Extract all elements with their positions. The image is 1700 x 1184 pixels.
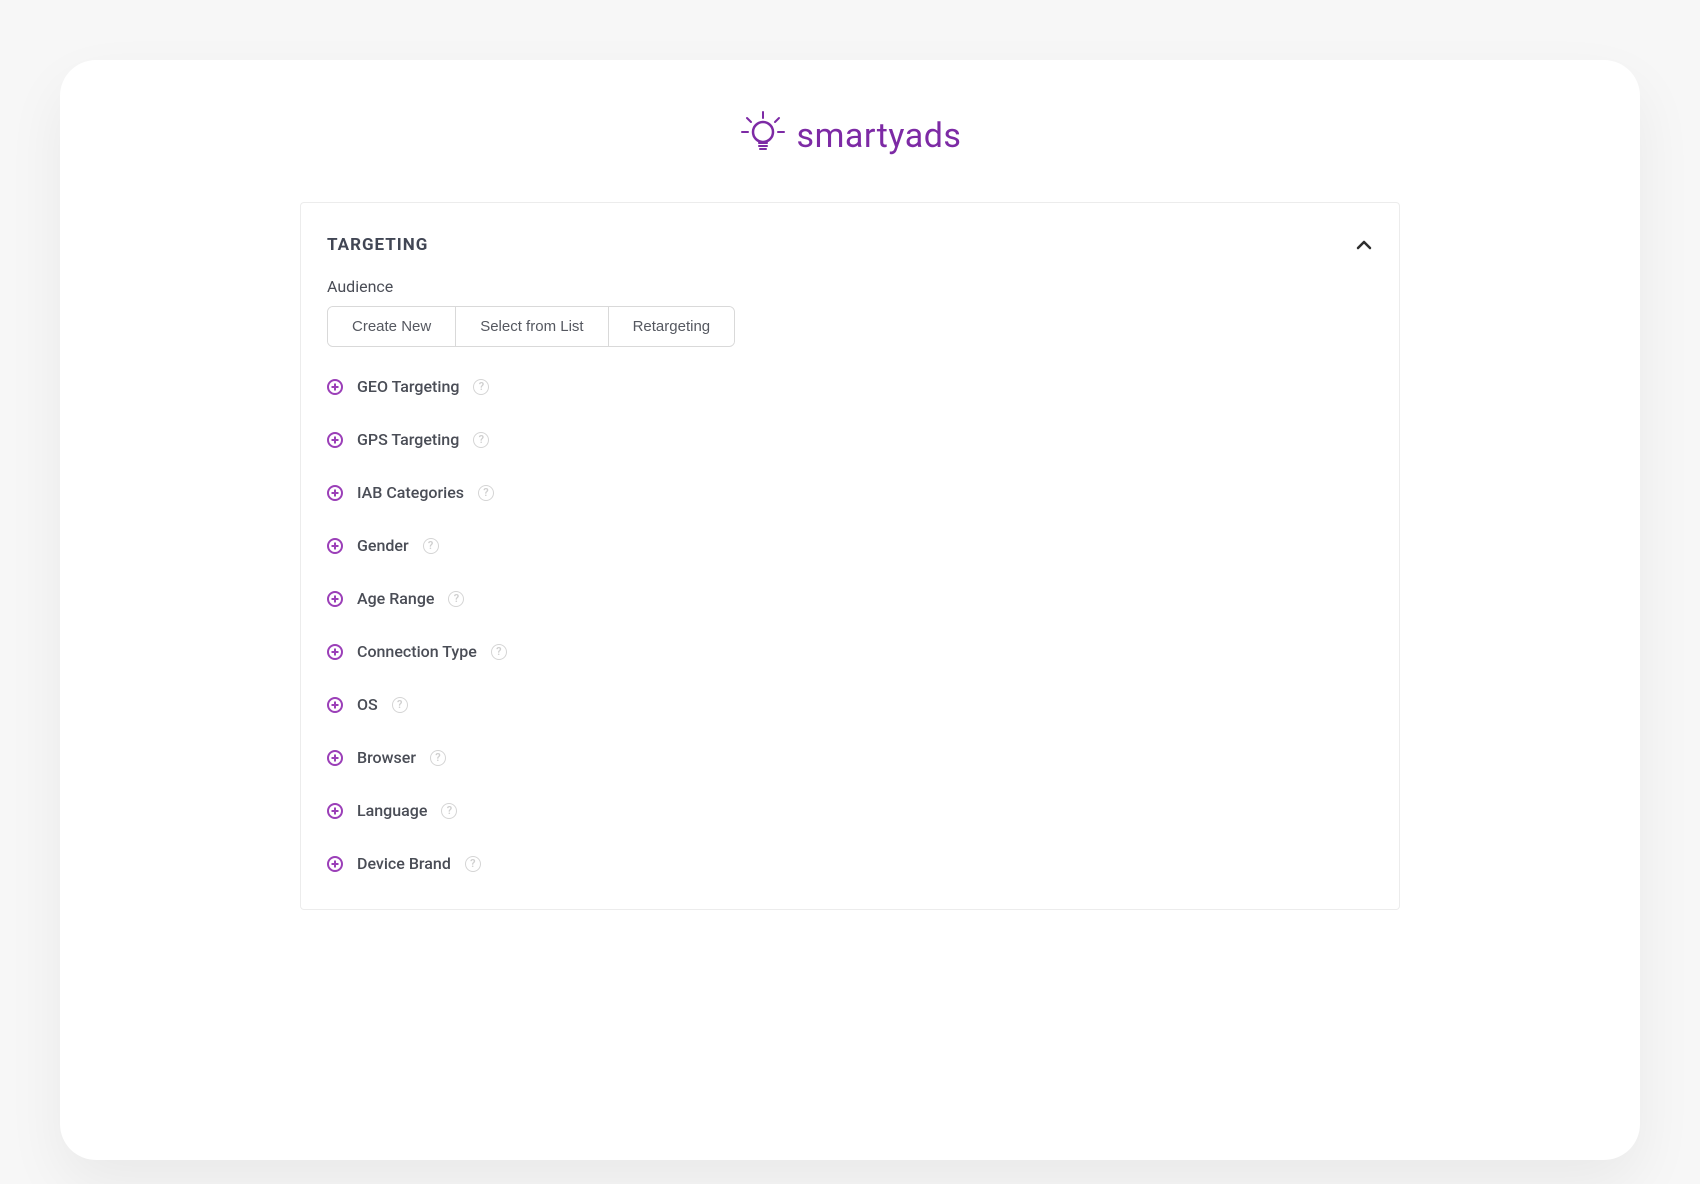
lightbulb-icon	[739, 110, 787, 162]
viewport: smartyads TARGETING Audience Create New …	[0, 0, 1700, 1184]
main-card: smartyads TARGETING Audience Create New …	[60, 60, 1640, 1160]
target-item-language[interactable]: Language	[327, 801, 1373, 820]
brand-logo: smartyads	[60, 110, 1640, 162]
plus-circle-icon	[327, 379, 343, 395]
target-item-label: GEO Targeting	[357, 377, 459, 396]
help-icon[interactable]	[430, 750, 446, 766]
plus-circle-icon	[327, 432, 343, 448]
target-item-label: Language	[357, 801, 427, 820]
targeting-panel: TARGETING Audience Create New Select fro…	[300, 202, 1400, 910]
brand-name: smartyads	[797, 116, 962, 156]
target-item-iab-categories[interactable]: IAB Categories	[327, 483, 1373, 502]
target-item-geo-targeting[interactable]: GEO Targeting	[327, 377, 1373, 396]
plus-circle-icon	[327, 856, 343, 872]
targeting-options-list: GEO Targeting GPS Targeting IAB Categori…	[327, 377, 1373, 873]
audience-segmented-control: Create New Select from List Retargeting	[327, 306, 735, 347]
target-item-device-brand[interactable]: Device Brand	[327, 854, 1373, 873]
panel-header[interactable]: TARGETING	[327, 235, 1373, 255]
chevron-up-icon[interactable]	[1355, 236, 1373, 254]
help-icon[interactable]	[473, 432, 489, 448]
target-item-gender[interactable]: Gender	[327, 536, 1373, 555]
panel-title: TARGETING	[327, 235, 428, 255]
help-icon[interactable]	[491, 644, 507, 660]
target-item-browser[interactable]: Browser	[327, 748, 1373, 767]
create-new-button[interactable]: Create New	[328, 307, 455, 346]
target-item-os[interactable]: OS	[327, 695, 1373, 714]
plus-circle-icon	[327, 591, 343, 607]
target-item-label: Browser	[357, 748, 416, 767]
audience-label: Audience	[327, 277, 1373, 296]
help-icon[interactable]	[423, 538, 439, 554]
help-icon[interactable]	[392, 697, 408, 713]
plus-circle-icon	[327, 485, 343, 501]
target-item-label: Connection Type	[357, 642, 477, 661]
plus-circle-icon	[327, 750, 343, 766]
target-item-age-range[interactable]: Age Range	[327, 589, 1373, 608]
help-icon[interactable]	[448, 591, 464, 607]
plus-circle-icon	[327, 803, 343, 819]
target-item-label: Age Range	[357, 589, 434, 608]
target-item-gps-targeting[interactable]: GPS Targeting	[327, 430, 1373, 449]
plus-circle-icon	[327, 697, 343, 713]
target-item-label: OS	[357, 695, 378, 714]
target-item-connection-type[interactable]: Connection Type	[327, 642, 1373, 661]
select-from-list-button[interactable]: Select from List	[455, 307, 607, 346]
plus-circle-icon	[327, 644, 343, 660]
target-item-label: Gender	[357, 536, 409, 555]
retargeting-button[interactable]: Retargeting	[608, 307, 735, 346]
target-item-label: Device Brand	[357, 854, 451, 873]
help-icon[interactable]	[478, 485, 494, 501]
target-item-label: GPS Targeting	[357, 430, 459, 449]
help-icon[interactable]	[473, 379, 489, 395]
plus-circle-icon	[327, 538, 343, 554]
help-icon[interactable]	[465, 856, 481, 872]
target-item-label: IAB Categories	[357, 483, 464, 502]
help-icon[interactable]	[441, 803, 457, 819]
